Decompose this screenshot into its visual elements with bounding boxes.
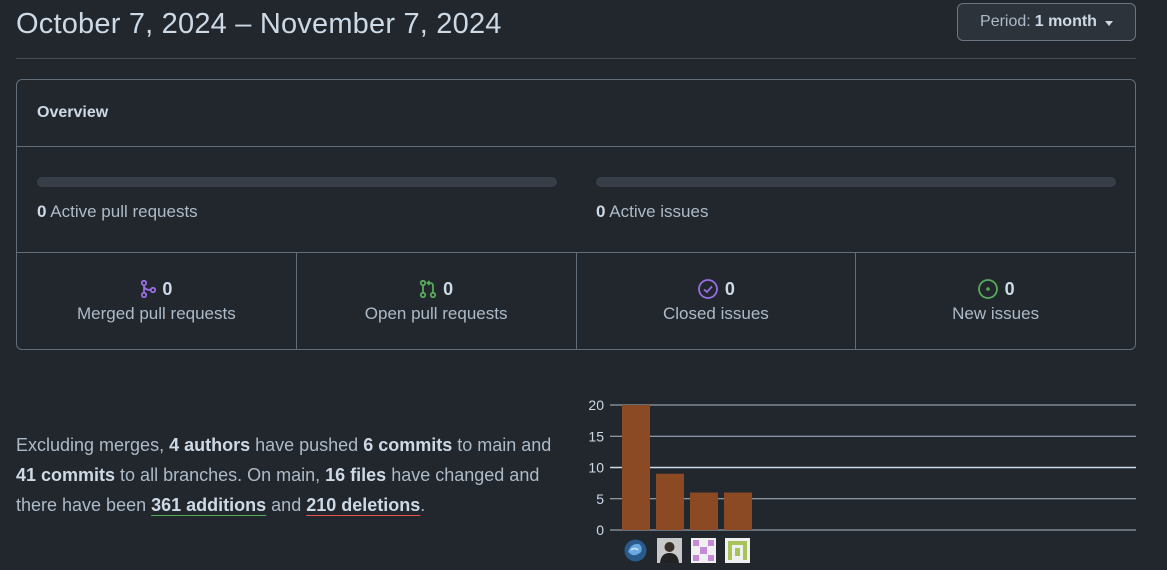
summary-text: have pushed [250, 435, 364, 455]
active-pull-requests-bar [37, 177, 557, 187]
summary-text: . [420, 495, 426, 515]
deletions-label: deletions [341, 495, 421, 515]
additions-link[interactable]: 361 additions [151, 495, 266, 515]
page-header: October 7, 2024 – November 7, 2024 Perio… [16, 0, 1136, 59]
period-dropdown-button[interactable]: Period: 1 month [957, 3, 1136, 41]
additions-label: additions [186, 495, 267, 515]
active-issues-label: Active issues [609, 202, 709, 221]
summary-text: to main and [452, 435, 552, 455]
active-issues-text[interactable]: 0 Active issues [596, 202, 1116, 222]
stat-merged-pull-requests[interactable]: 0 Merged pull requests [17, 253, 297, 349]
bar-author-2[interactable] [656, 473, 684, 530]
commits-all-count: 41 commits [16, 465, 116, 485]
commit-summary: Excluding merges, 4 authors have pushed … [16, 430, 576, 520]
authors-count: 4 authors [169, 435, 251, 455]
summary-text: to all branches. On main, [115, 465, 326, 485]
date-range-title: October 7, 2024 – November 7, 2024 [16, 8, 502, 40]
new-issues-label: New issues [952, 304, 1040, 323]
deletions-link[interactable]: 210 deletions [306, 495, 420, 515]
active-pull-requests-text[interactable]: 0 Active pull requests [37, 202, 557, 222]
git-pull-request-icon [420, 280, 437, 298]
bar-author-1[interactable] [622, 405, 650, 530]
active-pull-requests-label: Active pull requests [50, 202, 198, 221]
active-issues-bar [596, 177, 1116, 187]
issue-opened-icon [977, 279, 998, 299]
author-avatar-4[interactable] [725, 538, 750, 563]
author-avatar-2[interactable] [657, 538, 682, 563]
merged-pull-requests-count: 0 [162, 278, 173, 299]
active-issues: 0 Active issues [596, 177, 1116, 222]
stat-open-pull-requests[interactable]: 0 Open pull requests [297, 253, 577, 349]
open-pull-requests-count: 0 [443, 278, 454, 299]
files-changed-count: 16 files [325, 465, 387, 485]
y-tick-label: 10 [588, 460, 604, 476]
y-tick-label: 5 [596, 491, 604, 507]
stat-new-issues[interactable]: 0 New issues [856, 253, 1135, 349]
active-pull-requests: 0 Active pull requests [37, 177, 557, 222]
y-tick-label: 15 [588, 428, 604, 444]
stat-closed-issues[interactable]: 0 Closed issues [577, 253, 857, 349]
issue-closed-icon [697, 279, 718, 299]
additions-count: 361 [151, 495, 182, 515]
active-pull-requests-count: 0 [37, 202, 47, 221]
summary-text: Excluding merges, [16, 435, 170, 455]
git-merge-icon [141, 280, 157, 298]
author-avatar-3[interactable] [691, 538, 716, 563]
commits-main-count: 6 commits [363, 435, 453, 455]
y-tick-label: 20 [588, 397, 604, 413]
period-label: Period: [980, 13, 1031, 30]
bar-author-3[interactable] [690, 492, 718, 531]
period-value: 1 month [1034, 13, 1097, 30]
active-summary: 0 Active pull requests 0 Active issues [17, 147, 1135, 253]
new-issues-count: 0 [1004, 278, 1015, 299]
closed-issues-label: Closed issues [662, 304, 769, 323]
closed-issues-count: 0 [724, 278, 735, 299]
author-avatar-1[interactable] [623, 538, 648, 563]
overview-stats: 0 Merged pull requests 0 Open pull reque… [17, 253, 1135, 349]
open-pull-requests-label: Open pull requests [364, 303, 508, 323]
overview-panel: Overview 0 Active pull requests 0 Active… [16, 79, 1136, 350]
merged-pull-requests-label: Merged pull requests [76, 303, 236, 323]
overview-title: Overview [17, 80, 1135, 147]
active-issues-count: 0 [596, 202, 606, 221]
deletions-count: 210 [306, 495, 337, 515]
summary-text: and [266, 495, 307, 515]
y-tick-label: 0 [596, 522, 604, 538]
chart-svg: 0 5 10 15 20 [588, 397, 1136, 538]
chevron-down-icon [1104, 20, 1113, 26]
bar-author-4[interactable] [724, 492, 752, 531]
